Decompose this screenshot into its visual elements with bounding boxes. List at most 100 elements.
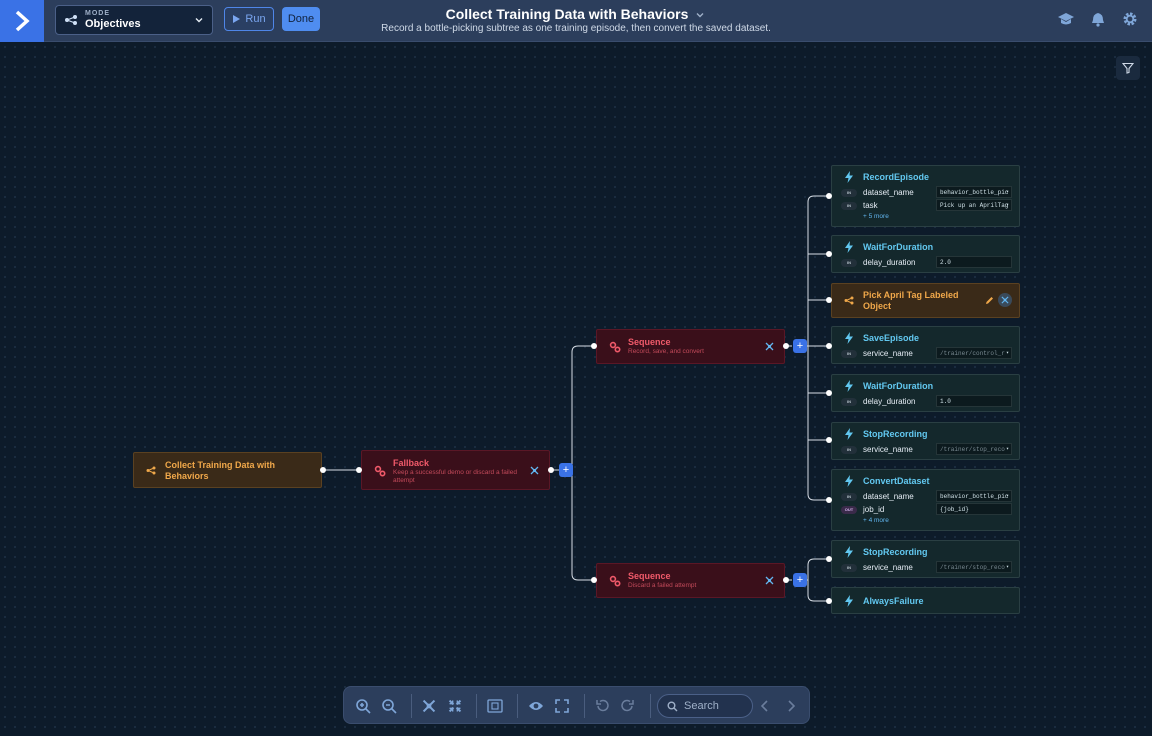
more-ports-link[interactable]: + 5 more [863, 213, 889, 220]
port-name: delay_duration [863, 258, 916, 267]
graduation-cap-icon[interactable] [1057, 11, 1075, 27]
output-port-dot[interactable] [783, 343, 789, 349]
lightning-icon [845, 475, 853, 487]
wait-for-duration-node[interactable]: WaitForDuration IN delay_duration 1.0 [831, 374, 1020, 412]
undo-button[interactable] [593, 697, 611, 715]
search-box[interactable] [657, 694, 753, 718]
node-title: SaveEpisode [863, 333, 920, 343]
input-port-dot[interactable] [826, 437, 832, 443]
expand-all-button[interactable] [420, 697, 438, 715]
expand-subtree-button[interactable] [998, 293, 1012, 307]
input-port-dot[interactable] [826, 497, 832, 503]
frame-icon [487, 699, 503, 713]
add-child-button[interactable]: + [793, 339, 807, 353]
port-row: IN dataset_name [841, 492, 914, 501]
fit-view-button[interactable] [486, 697, 504, 715]
title-chevron-down-icon [696, 13, 704, 18]
run-button[interactable]: Run [224, 7, 274, 31]
input-port-dot[interactable] [826, 390, 832, 396]
stop-recording-node[interactable]: StopRecording IN service_name /trainer/s… [831, 540, 1020, 578]
done-label: Done [287, 13, 315, 25]
stop-recording-node[interactable]: StopRecording IN service_name /trainer/s… [831, 422, 1020, 460]
port-value: behavior_bottle_pic [940, 493, 1009, 500]
port-name: dataset_name [863, 188, 914, 197]
filter-button[interactable] [1116, 56, 1140, 80]
output-port-dot[interactable] [548, 467, 554, 473]
port-value-select[interactable]: behavior_bottle_pic ▾ [936, 490, 1012, 502]
collapse-node-icon[interactable] [765, 342, 774, 351]
pencil-icon[interactable] [985, 296, 994, 305]
pick-subtree-node[interactable]: Pick April Tag Labeled Object [831, 283, 1020, 318]
node-title: StopRecording [863, 547, 928, 557]
add-child-button[interactable]: + [793, 573, 807, 587]
lightning-icon [845, 595, 853, 607]
expand-icon [1001, 296, 1009, 304]
convert-dataset-node[interactable]: ConvertDataset IN dataset_name behavior_… [831, 469, 1020, 531]
port-direction: IN [841, 492, 857, 501]
port-value-input[interactable]: {job_id} [936, 503, 1012, 515]
page-title-text: Collect Training Data with Behaviors [445, 6, 689, 22]
bell-icon[interactable] [1091, 12, 1105, 27]
zoom-in-button[interactable] [354, 697, 372, 715]
port-direction: IN [841, 397, 857, 406]
input-port-dot[interactable] [356, 467, 362, 473]
port-value: 1.0 [940, 398, 951, 405]
port-row: IN delay_duration [841, 258, 915, 267]
port-value-select[interactable]: /trainer/stop_reco ▾ [936, 561, 1012, 573]
node-description: Discard a failed attempt [628, 582, 697, 589]
done-button[interactable]: Done [282, 7, 320, 31]
gears-icon [374, 465, 386, 477]
port-row: IN service_name [841, 349, 913, 358]
output-port-dot[interactable] [320, 467, 326, 473]
redo-button[interactable] [619, 697, 637, 715]
node-description: Keep a successful demo or discard a fail… [393, 469, 517, 484]
collapse-node-icon[interactable] [765, 576, 774, 585]
input-port-dot[interactable] [826, 556, 832, 562]
next-icon [788, 700, 796, 712]
dropdown-arrow-icon: ▾ [1005, 446, 1009, 452]
wait-for-duration-node[interactable]: WaitForDuration IN delay_duration 2.0 [831, 235, 1020, 273]
port-row: IN service_name [841, 445, 913, 454]
input-port-dot[interactable] [826, 297, 832, 303]
visibility-button[interactable] [527, 697, 545, 715]
save-episode-node[interactable]: SaveEpisode IN service_name /trainer/con… [831, 326, 1020, 364]
input-port-dot[interactable] [826, 193, 832, 199]
next-result-button[interactable] [782, 697, 800, 715]
collapse-node-icon[interactable] [530, 466, 539, 475]
add-child-button[interactable]: + [559, 463, 573, 477]
port-value-input[interactable]: 2.0 [936, 256, 1012, 268]
input-port-dot[interactable] [826, 343, 832, 349]
previous-result-button[interactable] [756, 697, 774, 715]
search-input[interactable] [684, 699, 748, 713]
port-value-select[interactable]: /trainer/stop_reco ▾ [936, 443, 1012, 455]
record-episode-node[interactable]: RecordEpisode IN dataset_name behavior_b… [831, 165, 1020, 227]
page-title[interactable]: Collect Training Data with Behaviors [400, 6, 752, 22]
port-name: job_id [863, 505, 885, 514]
sequence-node-record[interactable]: Sequence Record, save, and convert [596, 329, 785, 364]
more-ports-link[interactable]: + 4 more [863, 517, 889, 524]
input-port-dot[interactable] [826, 251, 832, 257]
output-port-dot[interactable] [783, 577, 789, 583]
logo-button[interactable] [0, 0, 44, 42]
fullscreen-button[interactable] [553, 697, 571, 715]
zoom-out-button[interactable] [380, 697, 398, 715]
input-port-dot[interactable] [591, 577, 597, 583]
tree-icon [65, 15, 77, 25]
fallback-node[interactable]: Fallback Keep a successful demo or disca… [361, 450, 550, 490]
port-value-select[interactable]: Pick up an AprilTag ▾ [936, 199, 1012, 211]
fullscreen-icon [555, 699, 569, 713]
lightning-icon [845, 546, 853, 558]
toolbar-divider [411, 694, 412, 718]
sequence-node-discard[interactable]: Sequence Discard a failed attempt [596, 563, 785, 598]
port-value-select[interactable]: behavior_bottle_pic ▾ [936, 186, 1012, 198]
mode-selector[interactable]: MODE Objectives [55, 5, 213, 35]
input-port-dot[interactable] [591, 343, 597, 349]
port-value-select[interactable]: /trainer/control_r ▾ [936, 347, 1012, 359]
always-failure-node[interactable]: AlwaysFailure [831, 587, 1020, 614]
node-title: Sequence [628, 571, 671, 581]
collapse-all-button[interactable] [446, 697, 464, 715]
input-port-dot[interactable] [826, 598, 832, 604]
root-subtree-node[interactable]: Collect Training Data with Behaviors [133, 452, 322, 488]
port-value-input[interactable]: 1.0 [936, 395, 1012, 407]
gear-icon[interactable] [1122, 11, 1138, 27]
